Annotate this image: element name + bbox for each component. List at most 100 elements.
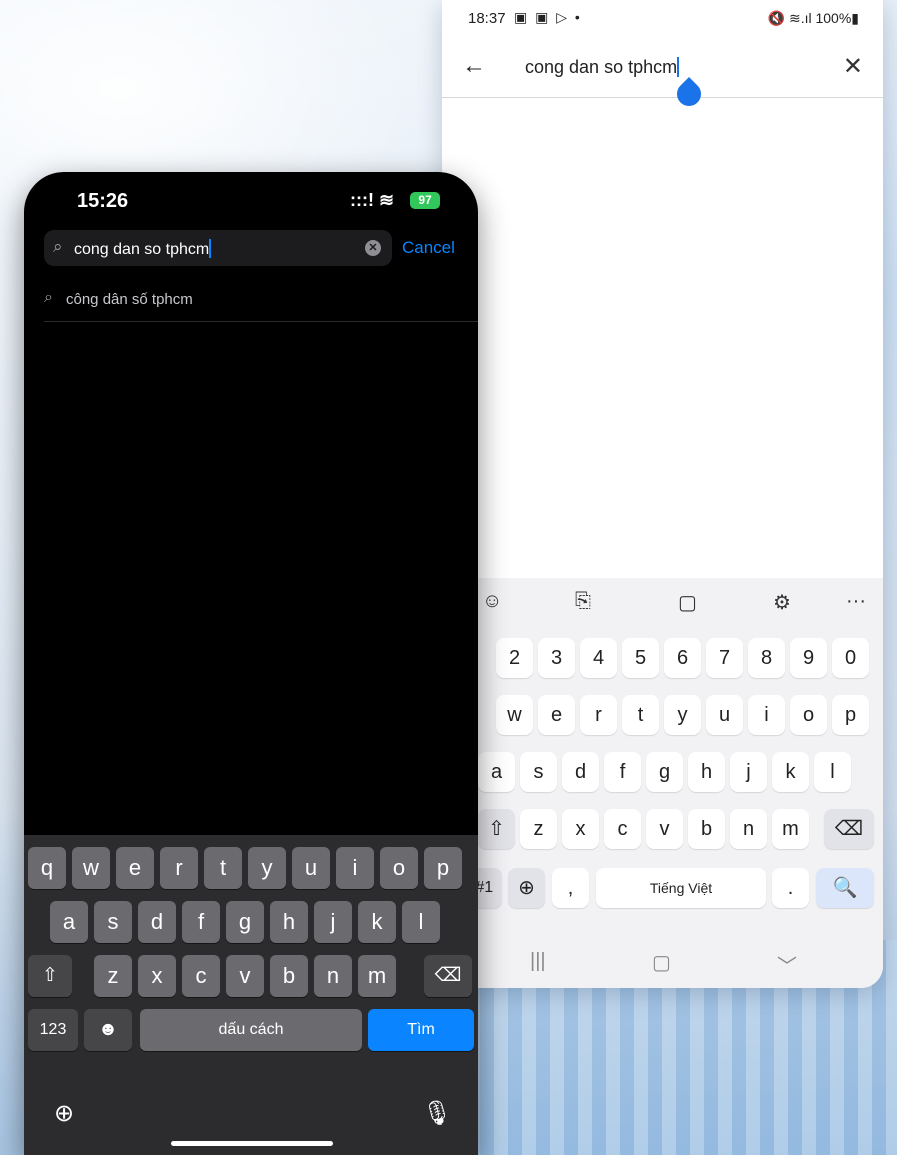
- close-icon[interactable]: ✕: [843, 52, 863, 81]
- key[interactable]: 5: [622, 638, 659, 678]
- microphone-icon[interactable]: 🎙: [422, 1099, 452, 1128]
- emoji-icon[interactable]: ☺: [482, 590, 502, 613]
- key[interactable]: t: [622, 695, 659, 735]
- globe-icon[interactable]: ⊕: [508, 868, 545, 908]
- recents-icon[interactable]: |||: [530, 950, 546, 973]
- key[interactable]: 4: [580, 638, 617, 678]
- key[interactable]: c: [182, 955, 220, 997]
- key[interactable]: d: [138, 901, 176, 943]
- key[interactable]: m: [358, 955, 396, 997]
- android-bottom-row: !#1 ⊕ , Tiếng Việt . 🔍: [442, 868, 883, 916]
- key[interactable]: l: [814, 752, 851, 792]
- numbers-key[interactable]: 123: [28, 1009, 78, 1051]
- key[interactable]: x: [138, 955, 176, 997]
- android-search-input[interactable]: cong dan so tphcm: [525, 57, 680, 78]
- shift-key[interactable]: ⇧: [478, 809, 515, 849]
- key[interactable]: u: [292, 847, 330, 889]
- key[interactable]: g: [646, 752, 683, 792]
- key[interactable]: 6: [664, 638, 701, 678]
- key[interactable]: 9: [790, 638, 827, 678]
- iphone-search-field[interactable]: ⌕ cong dan so tphcm ✕: [44, 230, 392, 266]
- key[interactable]: g: [226, 901, 264, 943]
- key[interactable]: w: [72, 847, 110, 889]
- go-button[interactable]: Tìm: [368, 1009, 474, 1051]
- key[interactable]: n: [314, 955, 352, 997]
- key[interactable]: o: [380, 847, 418, 889]
- backspace-key[interactable]: ⌫: [824, 809, 874, 849]
- iphone: 15:26 :::! ≋ 97 ⌕ cong dan so tphcm ✕ Ca…: [24, 172, 478, 1155]
- key[interactable]: a: [478, 752, 515, 792]
- clear-text-icon[interactable]: ✕: [365, 240, 381, 256]
- key[interactable]: z: [94, 955, 132, 997]
- back-chevron-icon[interactable]: ﹀: [777, 950, 797, 979]
- key[interactable]: p: [424, 847, 462, 889]
- search-suggestion[interactable]: ⌕ công dân số tphcm: [44, 280, 478, 322]
- key[interactable]: k: [358, 901, 396, 943]
- delete-key[interactable]: ⌫: [424, 955, 472, 997]
- period-key[interactable]: .: [772, 868, 809, 908]
- comma-key[interactable]: ,: [552, 868, 589, 908]
- key[interactable]: j: [730, 752, 767, 792]
- key[interactable]: 3: [538, 638, 575, 678]
- settings-gear-icon[interactable]: ⚙: [773, 590, 791, 615]
- key[interactable]: m: [772, 809, 809, 849]
- key[interactable]: f: [182, 901, 220, 943]
- android-navigation-bar: ||| ▢ ﹀: [442, 938, 883, 988]
- space-key[interactable]: Tiếng Việt: [596, 868, 766, 908]
- key[interactable]: b: [688, 809, 725, 849]
- key[interactable]: t: [204, 847, 242, 889]
- key[interactable]: 8: [748, 638, 785, 678]
- key[interactable]: 2: [496, 638, 533, 678]
- key[interactable]: j: [314, 901, 352, 943]
- key[interactable]: y: [248, 847, 286, 889]
- back-arrow-icon[interactable]: ←: [462, 52, 486, 80]
- more-options-icon[interactable]: ···: [846, 590, 866, 613]
- key[interactable]: w: [496, 695, 533, 735]
- key[interactable]: s: [520, 752, 557, 792]
- translate-icon[interactable]: ⎘: [575, 590, 591, 613]
- key[interactable]: n: [730, 809, 767, 849]
- home-indicator[interactable]: [171, 1141, 333, 1146]
- key[interactable]: y: [664, 695, 701, 735]
- globe-icon[interactable]: ⊕: [54, 1099, 74, 1128]
- key[interactable]: s: [94, 901, 132, 943]
- key[interactable]: v: [226, 955, 264, 997]
- space-key[interactable]: dấu cách: [140, 1009, 362, 1051]
- cancel-button[interactable]: Cancel: [402, 238, 455, 258]
- key[interactable]: i: [748, 695, 785, 735]
- key[interactable]: d: [562, 752, 599, 792]
- key[interactable]: i: [336, 847, 374, 889]
- key[interactable]: x: [562, 809, 599, 849]
- iphone-search-input[interactable]: cong dan so tphcm: [74, 239, 212, 259]
- key[interactable]: r: [160, 847, 198, 889]
- key[interactable]: f: [604, 752, 641, 792]
- key[interactable]: z: [520, 809, 557, 849]
- android-notification-icons: ▣ ▣ ▷ •: [514, 9, 582, 25]
- key[interactable]: u: [706, 695, 743, 735]
- android-number-row: 2 3 4 5 6 7 8 9 0: [442, 638, 883, 686]
- key[interactable]: b: [270, 955, 308, 997]
- key[interactable]: r: [580, 695, 617, 735]
- home-icon[interactable]: ▢: [652, 950, 671, 975]
- key[interactable]: k: [772, 752, 809, 792]
- clipboard-icon[interactable]: ▢: [678, 590, 697, 615]
- shift-key[interactable]: ⇧: [28, 955, 72, 997]
- search-icon[interactable]: 🔍: [816, 868, 874, 908]
- magnifier-icon: ⌕: [53, 237, 63, 256]
- key[interactable]: e: [538, 695, 575, 735]
- key[interactable]: l: [402, 901, 440, 943]
- key[interactable]: 7: [706, 638, 743, 678]
- key[interactable]: v: [646, 809, 683, 849]
- key[interactable]: q: [28, 847, 66, 889]
- emoji-icon[interactable]: ☻: [84, 1009, 132, 1051]
- key[interactable]: o: [790, 695, 827, 735]
- key[interactable]: h: [688, 752, 725, 792]
- key[interactable]: p: [832, 695, 869, 735]
- key[interactable]: e: [116, 847, 154, 889]
- key[interactable]: a: [50, 901, 88, 943]
- android-keyboard: ☺ ⎘ ▢ ⚙ ··· 2 3 4 5 6 7 8 9 0 w e r t y …: [442, 578, 883, 988]
- key[interactable]: c: [604, 809, 641, 849]
- key[interactable]: h: [270, 901, 308, 943]
- android-letter-row-3: ⇧ z x c v b n m ⌫: [442, 809, 883, 857]
- key[interactable]: 0: [832, 638, 869, 678]
